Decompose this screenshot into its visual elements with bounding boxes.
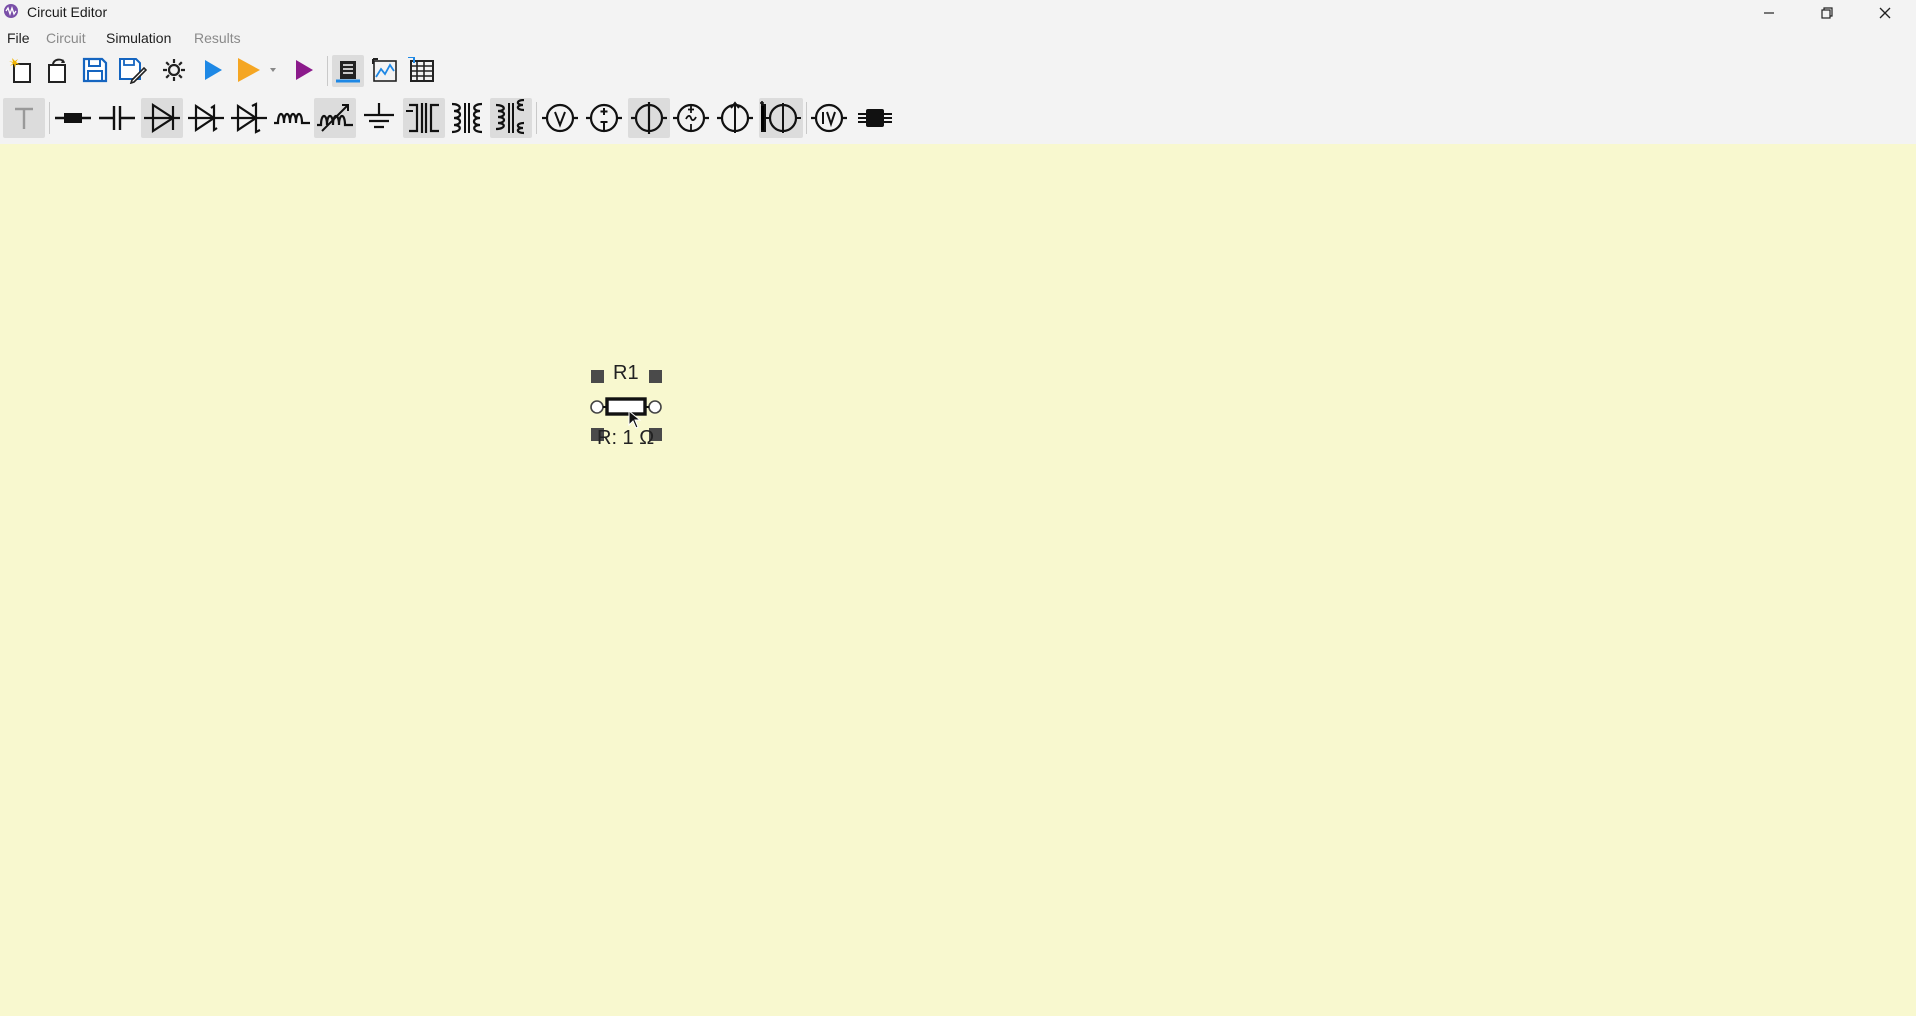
save-icon (82, 57, 108, 83)
ground-tool-button[interactable] (360, 100, 398, 136)
schottky-tool-button[interactable] (230, 100, 268, 136)
ground-icon (364, 103, 394, 129)
capacitor-tool-button[interactable] (98, 100, 136, 136)
voltmeter-icon (542, 103, 578, 133)
controlled-source-icon (760, 101, 801, 133)
schematic-canvas[interactable]: R1 R: 1 Ω (0, 144, 1916, 1016)
minimize-button[interactable] (1740, 0, 1798, 26)
export-plot-button[interactable] (332, 55, 364, 87)
chip-icon (858, 109, 892, 127)
menu-simulation[interactable]: Simulation (106, 30, 171, 46)
transformer-2-tool-button[interactable] (448, 100, 486, 136)
play-purple-icon (296, 60, 313, 80)
iv-source-icon (811, 103, 847, 133)
title-bar: Circuit Editor (0, 0, 1916, 26)
dc-source-icon (586, 103, 622, 133)
chart-zoom-icon (372, 58, 397, 82)
save-button[interactable] (78, 54, 112, 86)
chip-tool-button[interactable] (856, 100, 894, 136)
toolbar-separator (49, 102, 50, 134)
minimize-icon (1764, 12, 1774, 14)
window-title: Circuit Editor (27, 4, 108, 20)
save-as-icon (119, 58, 147, 84)
current-source-icon (631, 102, 667, 134)
maximize-button[interactable] (1798, 0, 1856, 26)
mouse-cursor-icon (628, 410, 642, 429)
close-icon (1879, 7, 1891, 19)
inductor-icon (274, 112, 310, 125)
resistor-tool-button[interactable] (54, 100, 92, 136)
results-table-button[interactable] (406, 55, 438, 87)
selection-handle-top-right[interactable] (649, 370, 662, 383)
component-toolbar (0, 94, 1916, 144)
variable-inductor-tool-button[interactable] (314, 98, 356, 138)
restore-icon (1821, 7, 1833, 19)
coupled-inductor-icon (451, 102, 483, 134)
dependent-source-tool-button[interactable] (716, 100, 754, 136)
close-button[interactable] (1856, 0, 1914, 26)
ac-source-tool-button[interactable] (672, 100, 710, 136)
diode-tool-button[interactable] (141, 98, 183, 138)
component-value-label[interactable]: R: 1 Ω (597, 427, 654, 450)
new-file-button[interactable] (4, 54, 38, 86)
open-file-button[interactable] (40, 54, 74, 86)
schottky-diode-icon (231, 102, 267, 134)
main-toolbar (0, 48, 1916, 94)
run-options-button[interactable] (234, 54, 282, 86)
play-orange-icon (238, 58, 276, 82)
dependent-source-icon (717, 101, 753, 133)
menu-file[interactable]: File (7, 30, 30, 46)
app-logo-icon (4, 4, 18, 18)
table-icon (408, 57, 434, 82)
component-name-label[interactable]: R1 (613, 362, 639, 385)
text-icon (15, 107, 33, 129)
export-plot-icon (336, 61, 360, 83)
transformer-icon (406, 103, 439, 133)
menu-bar: File Circuit Simulation Results (0, 26, 1916, 48)
export-zoom-button[interactable] (369, 55, 401, 87)
run-button[interactable] (198, 54, 228, 86)
zener-tool-button[interactable] (187, 100, 225, 136)
text-tool-button[interactable] (3, 98, 45, 138)
zener-diode-icon (188, 103, 224, 133)
toolbar-separator (536, 102, 537, 134)
voltmeter-tool-button[interactable] (541, 100, 579, 136)
dc-source-tool-button[interactable] (585, 100, 623, 136)
menu-results[interactable]: Results (194, 30, 241, 46)
transformer-1-tool-button[interactable] (403, 98, 445, 138)
toolbar-separator (327, 56, 328, 86)
capacitor-icon (99, 106, 135, 130)
ac-source-icon (673, 103, 709, 133)
selection-handle-top-left[interactable] (591, 370, 604, 383)
transformer-3-tool-button[interactable] (490, 98, 532, 138)
settings-button[interactable] (157, 54, 191, 86)
current-source-tool-button[interactable] (628, 98, 670, 138)
gear-icon (163, 59, 185, 81)
diode-icon (144, 102, 180, 134)
inductor-tool-button[interactable] (273, 100, 311, 136)
three-winding-transformer-icon (495, 99, 525, 135)
controlled-source-tool-button[interactable] (759, 98, 803, 138)
iv-source-tool-button[interactable] (810, 100, 848, 136)
run-step-button[interactable] (289, 54, 319, 86)
menu-circuit[interactable]: Circuit (46, 30, 86, 46)
resistor-icon (55, 113, 91, 123)
toolbar-separator (806, 102, 807, 134)
variable-inductor-icon (317, 104, 353, 132)
new-file-icon (9, 58, 31, 83)
save-as-button[interactable] (115, 54, 149, 86)
play-blue-icon (205, 60, 222, 80)
resistor-symbol-icon[interactable] (588, 394, 666, 420)
open-folder-icon (48, 58, 66, 83)
